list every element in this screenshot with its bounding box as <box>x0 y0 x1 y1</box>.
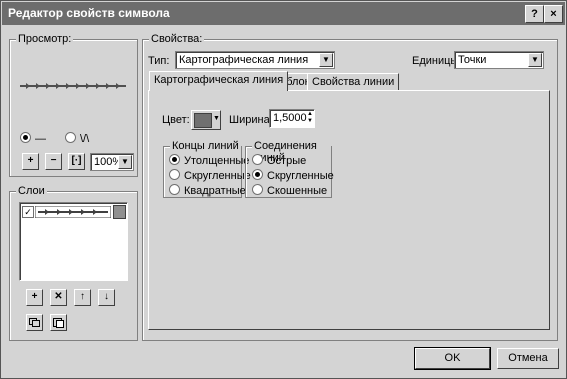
window-title: Редактор свойств символа <box>8 6 170 20</box>
spinner-arrows-icon[interactable]: ▲ ▼ <box>307 111 313 125</box>
checkbox-checked-icon[interactable]: ✓ <box>22 206 34 218</box>
paste-icon <box>53 318 64 328</box>
cap-square-radio[interactable]: Квадратные <box>169 184 246 197</box>
join-round-radio[interactable]: Скругленные <box>252 169 334 182</box>
radio-icon <box>169 184 180 195</box>
tab-line-properties[interactable]: Свойства линии <box>307 73 400 90</box>
preview-mode-line-radio[interactable]: — <box>20 132 46 145</box>
zoom-in-button[interactable]: + <box>22 153 39 170</box>
width-label: Ширина: <box>229 114 273 126</box>
preview-mode-zigzag-radio[interactable]: \/\ <box>65 132 89 145</box>
cap-square-label: Квадратные <box>184 185 246 197</box>
layers-list[interactable]: ✓ <box>19 202 128 281</box>
remove-layer-button[interactable]: ✕ <box>50 289 67 306</box>
layer-lock-icon[interactable] <box>113 205 126 219</box>
tab-cartographic-line[interactable]: Картографическая линия <box>149 71 289 91</box>
properties-label: Свойства: <box>149 33 205 45</box>
chevron-down-icon: ▼ <box>528 53 542 67</box>
close-button[interactable]: × <box>544 5 563 23</box>
add-layer-button[interactable]: + <box>26 289 43 306</box>
radio-selected-icon <box>252 169 263 180</box>
layers-group: Слои ✓ + ✕ ↑ ↓ <box>9 185 138 341</box>
move-layer-up-button[interactable]: ↑ <box>74 289 91 306</box>
preview-group: Просмотр: — \/\ + − [·] 100% ▼ <box>9 33 138 177</box>
width-spinner[interactable]: 1,5000 ▲ ▼ <box>269 109 315 128</box>
zoom-out-button[interactable]: − <box>45 153 62 170</box>
cancel-button[interactable]: Отмена <box>497 348 559 369</box>
symbol-property-editor-dialog: Редактор свойств символа ? × Просмотр: —… <box>0 0 567 379</box>
units-value: Точки <box>458 54 487 66</box>
fit-to-window-button[interactable]: [·] <box>68 153 85 170</box>
type-label: Тип: <box>148 55 170 67</box>
layers-label: Слои <box>16 185 47 197</box>
radio-icon <box>252 154 263 165</box>
color-swatch <box>194 113 212 128</box>
copy-icon <box>29 318 40 327</box>
cap-round-radio[interactable]: Скругленные <box>169 169 251 182</box>
join-miter-label: Острые <box>267 155 307 167</box>
join-bevel-radio[interactable]: Скошенные <box>252 184 327 197</box>
join-miter-radio[interactable]: Острые <box>252 154 306 167</box>
layer-row[interactable]: ✓ <box>21 205 126 219</box>
color-picker-button[interactable]: ▼ <box>191 110 221 130</box>
zoom-select[interactable]: 100% ▼ <box>90 153 134 171</box>
preview-line-sample <box>20 83 126 89</box>
radio-icon <box>169 169 180 180</box>
chevron-down-icon: ▼ <box>319 53 333 67</box>
paste-layer-button[interactable] <box>50 314 67 331</box>
type-select[interactable]: Картографическая линия ▼ <box>175 51 335 69</box>
copy-layer-button[interactable] <box>26 314 43 331</box>
ok-button[interactable]: OK <box>414 347 491 370</box>
join-round-label: Скругленные <box>267 170 334 182</box>
layer-line-thumbnail <box>35 206 111 218</box>
radio-zigzag-label: \/\ <box>80 133 90 145</box>
radio-line-label: — <box>35 133 46 145</box>
radio-icon <box>252 184 263 195</box>
preview-label: Просмотр: <box>16 33 74 45</box>
help-button[interactable]: ? <box>525 5 544 23</box>
cap-butt-label: Утолщенные <box>184 155 250 167</box>
color-label: Цвет: <box>162 114 190 126</box>
radio-selected-icon <box>20 132 31 143</box>
join-bevel-label: Скошенные <box>267 185 328 197</box>
units-select[interactable]: Точки ▼ <box>454 51 544 69</box>
move-layer-down-button[interactable]: ↓ <box>98 289 115 306</box>
radio-selected-icon <box>169 154 180 165</box>
radio-icon <box>65 132 76 143</box>
chevron-down-icon: ▼ <box>118 155 132 169</box>
title-bar[interactable]: Редактор свойств символа ? × <box>2 2 565 25</box>
type-value: Картографическая линия <box>179 54 309 66</box>
line-caps-label: Концы линий <box>170 140 241 152</box>
cap-butt-radio[interactable]: Утолщенные <box>169 154 249 167</box>
width-value: 1,5000 <box>273 112 307 124</box>
cap-round-label: Скругленные <box>184 170 251 182</box>
chevron-down-icon: ▼ <box>213 115 220 122</box>
